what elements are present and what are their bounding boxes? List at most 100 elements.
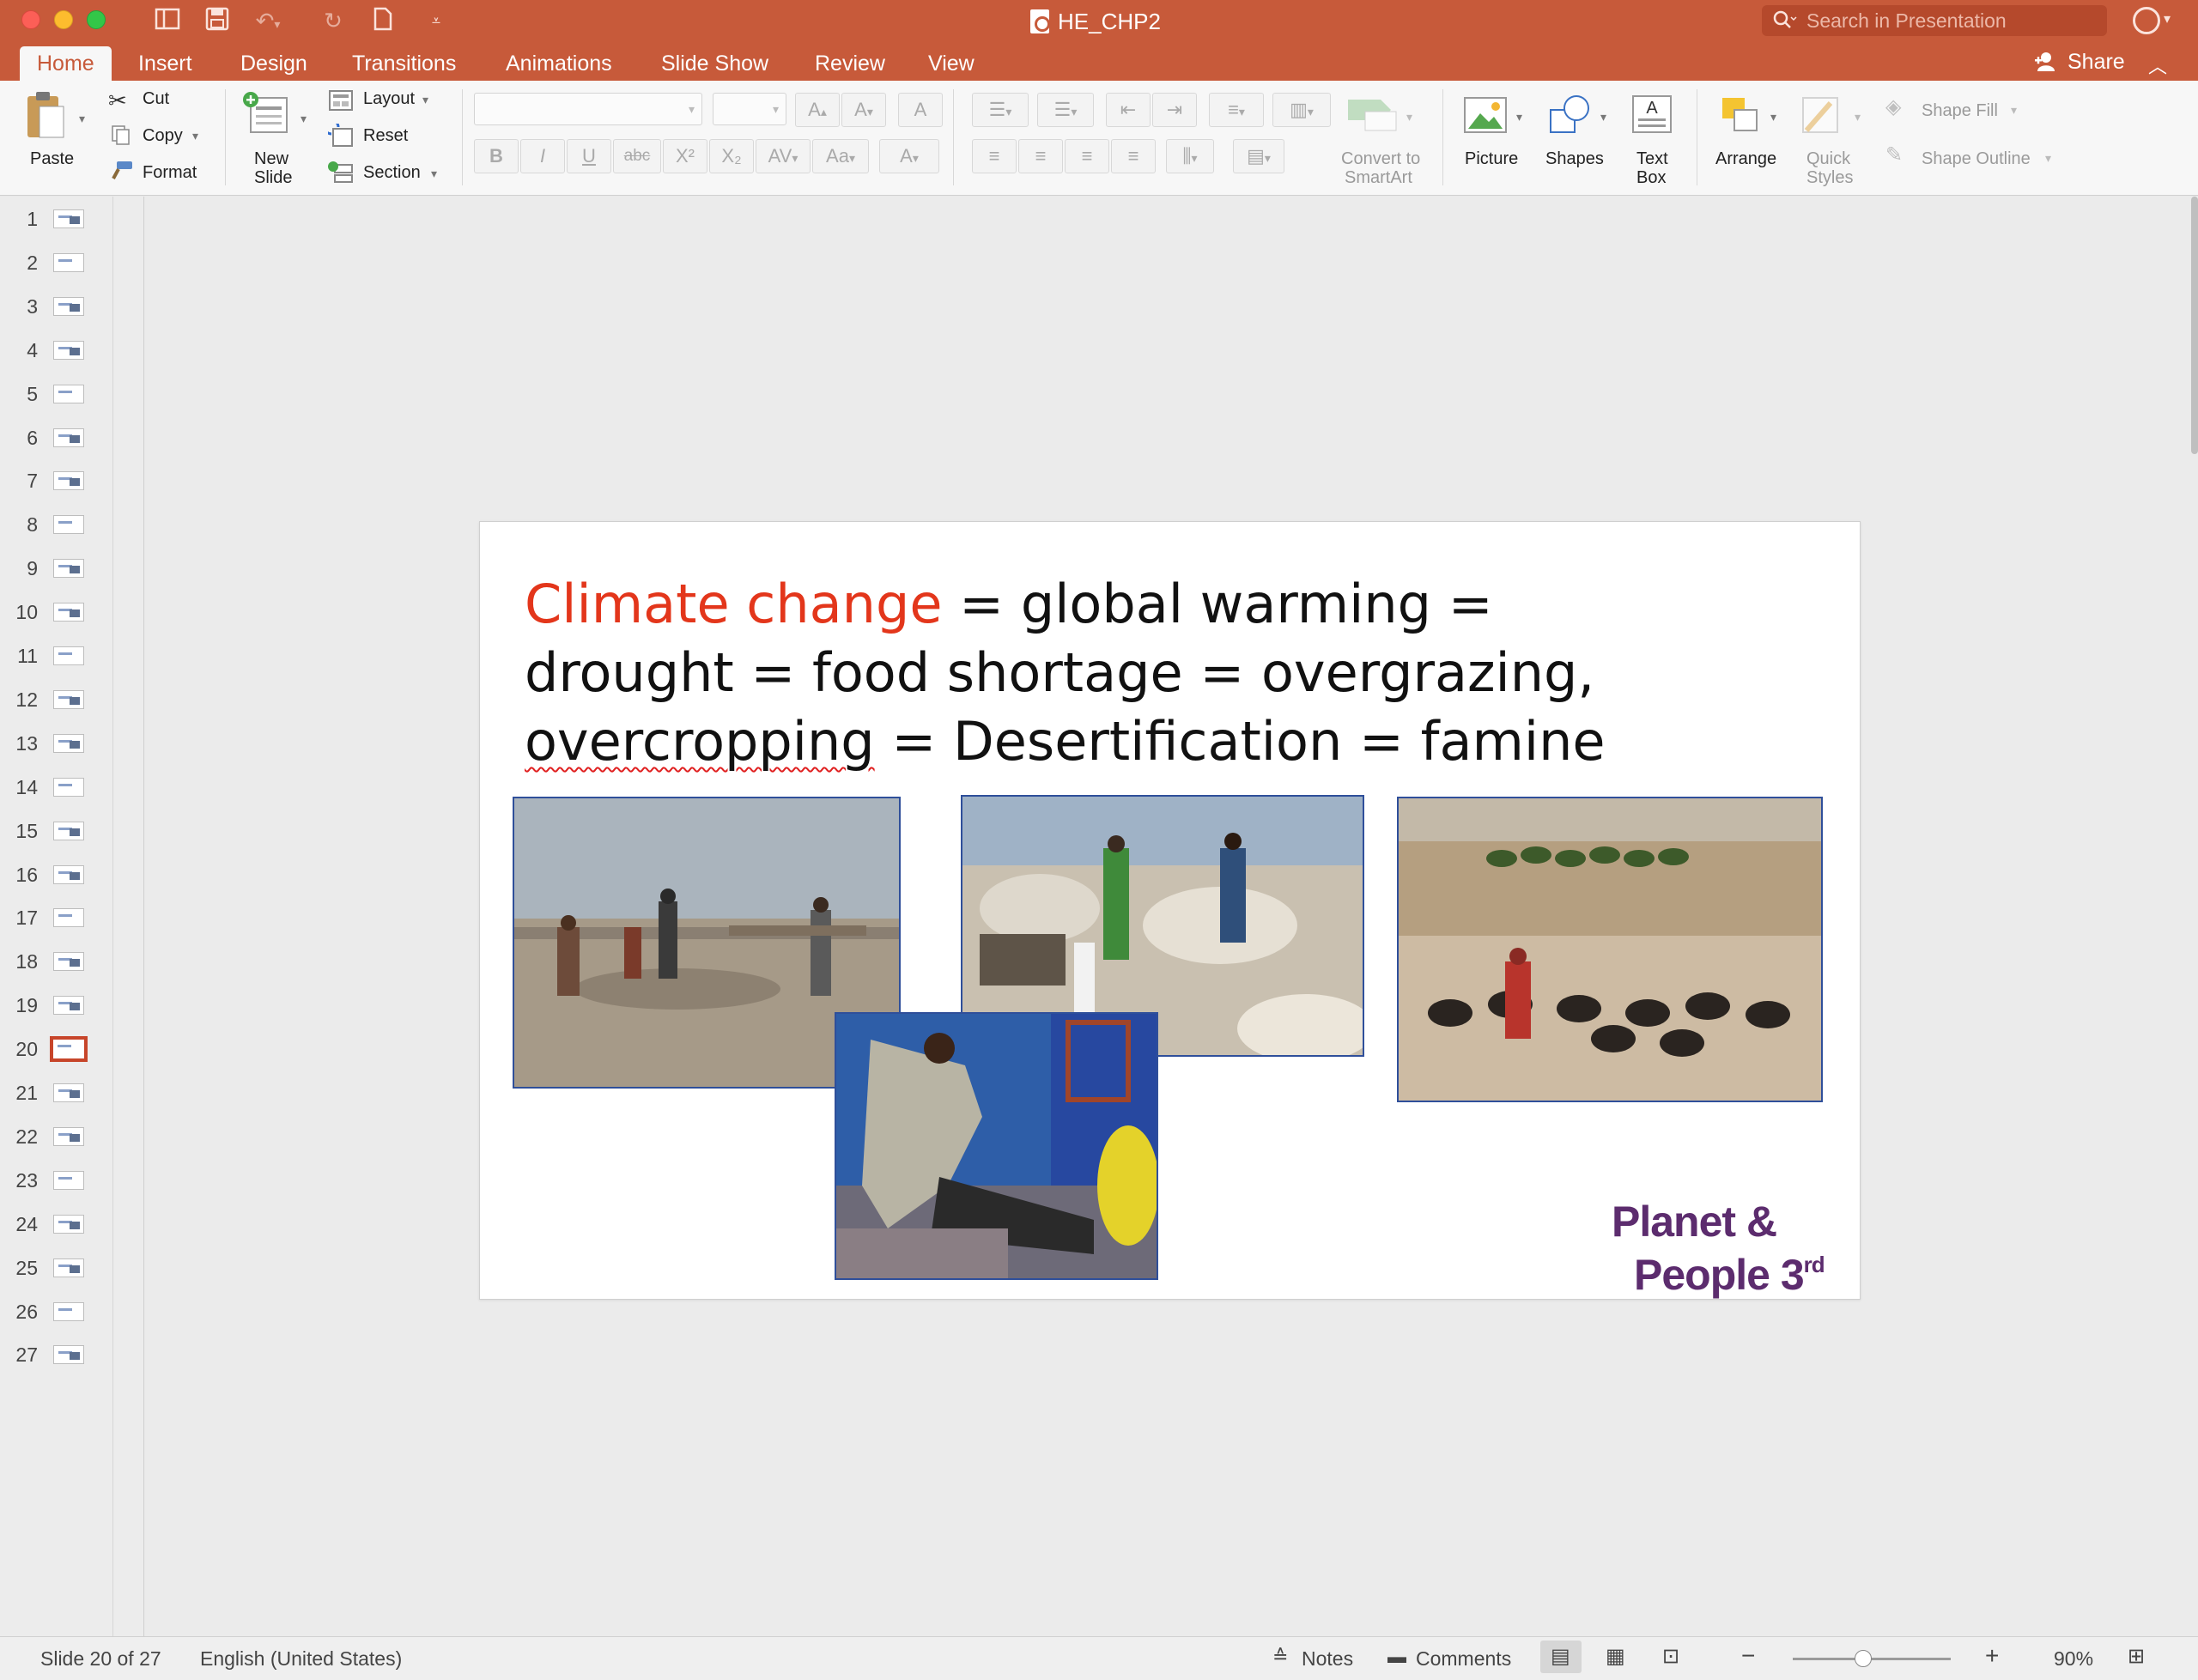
thumbnail-row[interactable]: 3 <box>0 285 113 328</box>
zoom-in-icon[interactable]: + <box>1985 1642 1999 1670</box>
thumbnail-row[interactable]: 22 <box>0 1115 113 1158</box>
tab-home[interactable]: Home <box>20 46 112 81</box>
tab-review[interactable]: Review <box>798 46 902 81</box>
arrange-dropdown-icon[interactable]: ▾ <box>1770 110 1776 124</box>
format-painter-button[interactable]: Format <box>143 163 197 183</box>
slide[interactable]: Climate change = global warming = drough… <box>479 521 1861 1300</box>
tab-slide-show[interactable]: Slide Show <box>644 46 786 81</box>
strikethrough-button[interactable]: abc <box>613 139 661 173</box>
comments-icon[interactable]: ▬ <box>1387 1646 1406 1668</box>
thumbnail-row[interactable]: 12 <box>0 678 113 721</box>
thumbnail-row[interactable]: 23 <box>0 1159 113 1202</box>
smartart-icon[interactable] <box>1346 94 1406 136</box>
redo-icon[interactable]: ↻ <box>319 7 347 34</box>
pane-divider[interactable] <box>113 197 144 1636</box>
text-direction-icon[interactable]: ⫼▾ <box>1166 139 1214 173</box>
slide-thumbnail[interactable] <box>53 908 84 928</box>
search-box[interactable] <box>1762 5 2107 36</box>
vertical-scrollbar[interactable] <box>2191 197 2198 454</box>
slide-thumbnail[interactable] <box>53 996 84 1016</box>
slide-thumbnail[interactable] <box>53 515 84 535</box>
zoom-slider[interactable] <box>1793 1658 1951 1660</box>
text-box-label-2[interactable]: Box <box>1636 168 1666 188</box>
fit-to-window-icon[interactable]: ⊞ <box>2128 1644 2145 1669</box>
format-painter-icon[interactable] <box>108 160 134 186</box>
slide-thumbnail[interactable] <box>53 428 84 447</box>
layout-button[interactable]: Layout <box>363 89 415 109</box>
slide-thumbnail[interactable] <box>53 471 84 491</box>
picture-dropdown-icon[interactable]: ▾ <box>1516 110 1522 124</box>
tab-view[interactable]: View <box>911 46 992 81</box>
superscript-button[interactable]: X² <box>663 139 707 173</box>
slide-thumbnail[interactable] <box>53 821 84 840</box>
shape-outline-dropdown-icon[interactable]: ▾ <box>2045 151 2051 166</box>
new-slide-dropdown-icon[interactable]: ▾ <box>301 112 307 126</box>
tab-design[interactable]: Design <box>223 46 325 81</box>
italic-button[interactable]: I <box>520 139 565 173</box>
slide-thumbnail[interactable] <box>53 689 84 709</box>
maximize-window-button[interactable] <box>87 10 106 29</box>
slide-thumbnail[interactable] <box>53 777 84 797</box>
slide-thumbnail[interactable] <box>53 340 84 360</box>
slide-sorter-icon[interactable]: ▦ <box>1606 1644 1625 1669</box>
slideshow-icon[interactable]: ⊡ <box>1662 1644 1679 1669</box>
customize-toolbar-icon[interactable]: ⩡ <box>424 7 448 34</box>
thumbnail-row[interactable]: 13 <box>0 722 113 765</box>
reset-button[interactable]: Reset <box>363 126 408 146</box>
shape-fill-button[interactable]: Shape Fill <box>1922 101 1998 121</box>
align-center-icon[interactable]: ≡ <box>1018 139 1063 173</box>
tab-insert[interactable]: Insert <box>121 46 209 81</box>
slide-thumbnail[interactable] <box>53 646 84 665</box>
slide-thumbnail[interactable] <box>53 1126 84 1146</box>
quick-styles-label-1[interactable]: Quick <box>1806 149 1850 169</box>
thumbnail-row[interactable]: 4 <box>0 329 113 372</box>
copy-button[interactable]: Copy <box>143 126 183 146</box>
arrange-icon[interactable] <box>1719 94 1764 140</box>
bold-button[interactable]: B <box>474 139 519 173</box>
quick-styles-dropdown-icon[interactable]: ▾ <box>1855 110 1861 124</box>
slide-thumbnail[interactable] <box>53 733 84 753</box>
save-icon[interactable] <box>203 7 232 34</box>
justify-icon[interactable]: ≡ <box>1111 139 1156 173</box>
thumbnail-row[interactable]: 21 <box>0 1071 113 1114</box>
notes-icon[interactable]: ≙ <box>1272 1646 1288 1668</box>
slide-thumbnail[interactable] <box>53 1301 84 1321</box>
decrease-font-size-button[interactable]: A▾ <box>841 93 886 127</box>
new-slide-label-1[interactable]: New <box>254 149 288 169</box>
increase-indent-icon[interactable]: ⇥ <box>1152 93 1197 127</box>
thumbnail-row[interactable]: 9 <box>0 547 113 590</box>
clear-formatting-icon[interactable]: A <box>898 93 943 127</box>
character-spacing-icon[interactable]: AV▾ <box>756 139 811 173</box>
slide-thumbnail[interactable] <box>50 1036 88 1063</box>
slide-thumbnail[interactable] <box>53 603 84 622</box>
font-size-combo[interactable]: ▾ <box>713 93 786 125</box>
undo-icon[interactable]: ↶▾ <box>251 7 285 34</box>
paste-dropdown-icon[interactable]: ▾ <box>79 112 85 126</box>
thumbnail-row[interactable]: 24 <box>0 1203 113 1246</box>
new-slide-label-2[interactable]: Slide <box>254 168 292 188</box>
bullets-icon[interactable]: ☰▾ <box>972 93 1029 127</box>
slide-thumbnail[interactable] <box>53 1345 84 1365</box>
font-name-combo[interactable]: ▾ <box>474 93 702 125</box>
quick-styles-label-2[interactable]: Styles <box>1806 168 1853 188</box>
slide-thumbnail[interactable] <box>53 1214 84 1234</box>
close-window-button[interactable] <box>21 10 40 29</box>
pen-icon[interactable]: ✎ <box>1885 143 1903 167</box>
thumbnail-row[interactable]: 11 <box>0 634 113 677</box>
thumbnail-row[interactable]: 19 <box>0 984 113 1027</box>
scissors-icon[interactable]: ✂ <box>108 88 127 114</box>
section-button[interactable]: Section <box>363 163 421 183</box>
section-icon[interactable] <box>328 160 354 188</box>
slide-thumbnail[interactable] <box>53 864 84 884</box>
align-right-icon[interactable]: ≡ <box>1065 139 1109 173</box>
quick-styles-icon[interactable] <box>1798 93 1843 142</box>
slide-thumbnail[interactable] <box>53 384 84 403</box>
shapes-button[interactable]: Shapes <box>1545 149 1604 169</box>
chevron-down-icon[interactable]: ▾ <box>2164 10 2171 27</box>
convert-smartart-label-1[interactable]: Convert to <box>1341 149 1420 169</box>
shapes-icon[interactable] <box>1547 93 1595 140</box>
convert-smartart-label-2[interactable]: SmartArt <box>1345 168 1412 188</box>
language[interactable]: English (United States) <box>200 1647 402 1671</box>
line-spacing-icon[interactable]: ≡▾ <box>1209 93 1264 127</box>
smartart-dropdown-icon[interactable]: ▾ <box>1406 110 1412 124</box>
